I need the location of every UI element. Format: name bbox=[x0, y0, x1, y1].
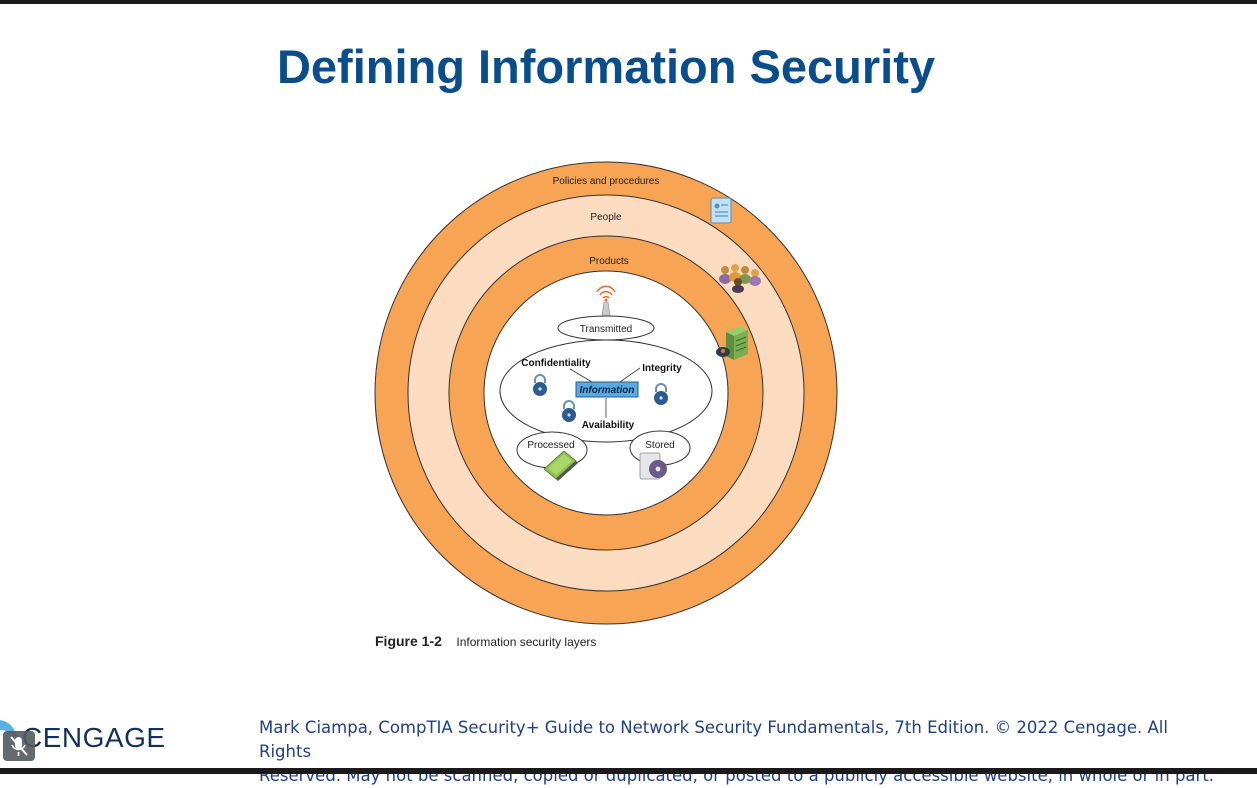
slide-title: Defining Information Security bbox=[276, 40, 936, 93]
top-border bbox=[0, 0, 1257, 4]
policies-label: Policies and procedures bbox=[553, 176, 660, 187]
security-layers-figure: Policies and procedures People Products bbox=[370, 160, 845, 630]
stored-label: Stored bbox=[645, 440, 674, 451]
integrity-label: Integrity bbox=[642, 363, 682, 374]
bottom-border bbox=[0, 768, 1257, 774]
transmitted-label: Transmitted bbox=[580, 324, 632, 335]
cengage-logo: CENGAGE bbox=[22, 722, 166, 753]
confidentiality-label: Confidentiality bbox=[521, 358, 591, 369]
copyright-notice: Mark Ciampa, CompTIA Security+ Guide to … bbox=[259, 716, 1219, 788]
figure-number: Figure 1-2 bbox=[375, 633, 442, 649]
copyright-line-1: Mark Ciampa, CompTIA Security+ Guide to … bbox=[259, 718, 1168, 761]
figure-caption-text: Information security layers bbox=[456, 635, 597, 649]
mute-button[interactable] bbox=[3, 731, 35, 761]
mic-muted-icon bbox=[10, 736, 28, 756]
processed-label: Processed bbox=[527, 440, 574, 451]
figure-caption: Figure 1-2 Information security layers bbox=[375, 633, 596, 651]
availability-label: Availability bbox=[582, 420, 635, 431]
products-label: Products bbox=[589, 256, 628, 267]
people-label: People bbox=[590, 212, 622, 223]
information-label: Information bbox=[580, 385, 635, 396]
document-icon bbox=[710, 197, 732, 224]
